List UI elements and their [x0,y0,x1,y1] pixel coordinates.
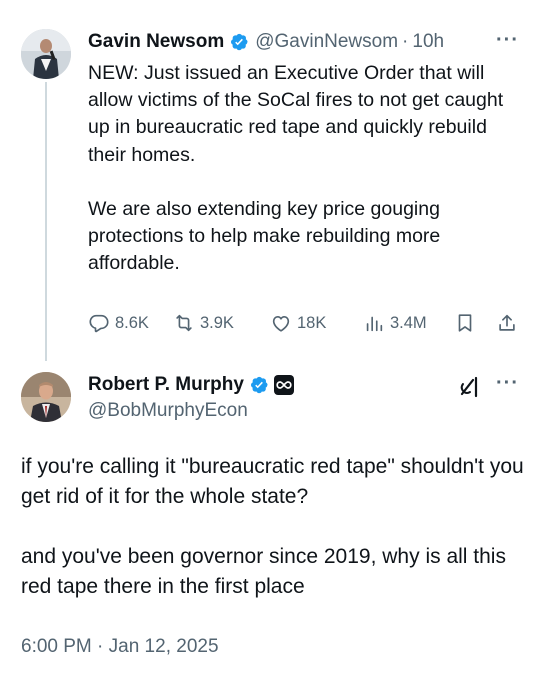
tweet-paragraph: NEW: Just issued an Executive Order that… [88,62,504,166]
tweet-action-bar: 8.6K 3.9K 18K 3.4M [88,312,528,340]
reply-icon [89,314,109,333]
author-handle[interactable]: @GavinNewsom [255,31,398,53]
views-icon [366,316,383,332]
bookmark-icon [458,314,472,332]
author-handle[interactable]: @BobMurphyEcon [88,400,248,422]
separator-dot: · [402,31,409,52]
tweet-paragraph: and you've been governor since 2019, why… [21,545,506,598]
reply-tweet-header: Robert P. Murphy [88,372,294,398]
share-button[interactable] [496,312,523,334]
verified-badge-icon[interactable] [249,375,269,395]
parent-tweet[interactable]: Gavin Newsom @GavinNewsom · 10h ··· NEW:… [0,0,542,365]
repost-button[interactable]: 3.9K [173,312,234,334]
subscription-badge-icon[interactable] [273,375,294,395]
thread-connector-line [45,82,47,361]
avatar-gavin-newsom[interactable] [21,29,71,79]
tweet-paragraph: We are also extending key price gouging … [88,197,441,275]
avatar-robert-murphy[interactable] [21,372,71,422]
grok-icon[interactable] [456,373,484,401]
verified-badge-icon[interactable] [229,32,249,52]
author-display-name[interactable]: Gavin Newsom [88,31,224,53]
repost-icon [176,314,192,332]
reply-tweet-text: if you're calling it "bureaucratic red t… [21,452,531,602]
more-icon[interactable]: ··· [496,372,519,395]
like-icon [272,316,290,332]
parent-tweet-header: Gavin Newsom @GavinNewsom · 10h [88,29,444,55]
tweet-timestamp[interactable]: 6:00 PM · Jan 12, 2025 [21,636,219,658]
reply-button[interactable]: 8.6K [88,312,149,334]
more-icon[interactable]: ··· [496,29,519,52]
author-display-name[interactable]: Robert P. Murphy [88,374,244,396]
bookmark-button[interactable] [454,312,481,334]
tweet-paragraph: if you're calling it "bureaucratic red t… [21,455,524,508]
tweet-time[interactable]: 10h [412,31,444,53]
share-icon [499,314,515,331]
views-button[interactable]: 3.4M [363,312,427,334]
like-count: 18K [297,313,327,332]
views-count: 3.4M [390,313,427,332]
like-button[interactable]: 18K [270,312,326,334]
repost-count: 3.9K [200,313,234,332]
reply-count: 8.6K [115,313,149,332]
parent-tweet-text: NEW: Just issued an Executive Order that… [88,60,528,277]
